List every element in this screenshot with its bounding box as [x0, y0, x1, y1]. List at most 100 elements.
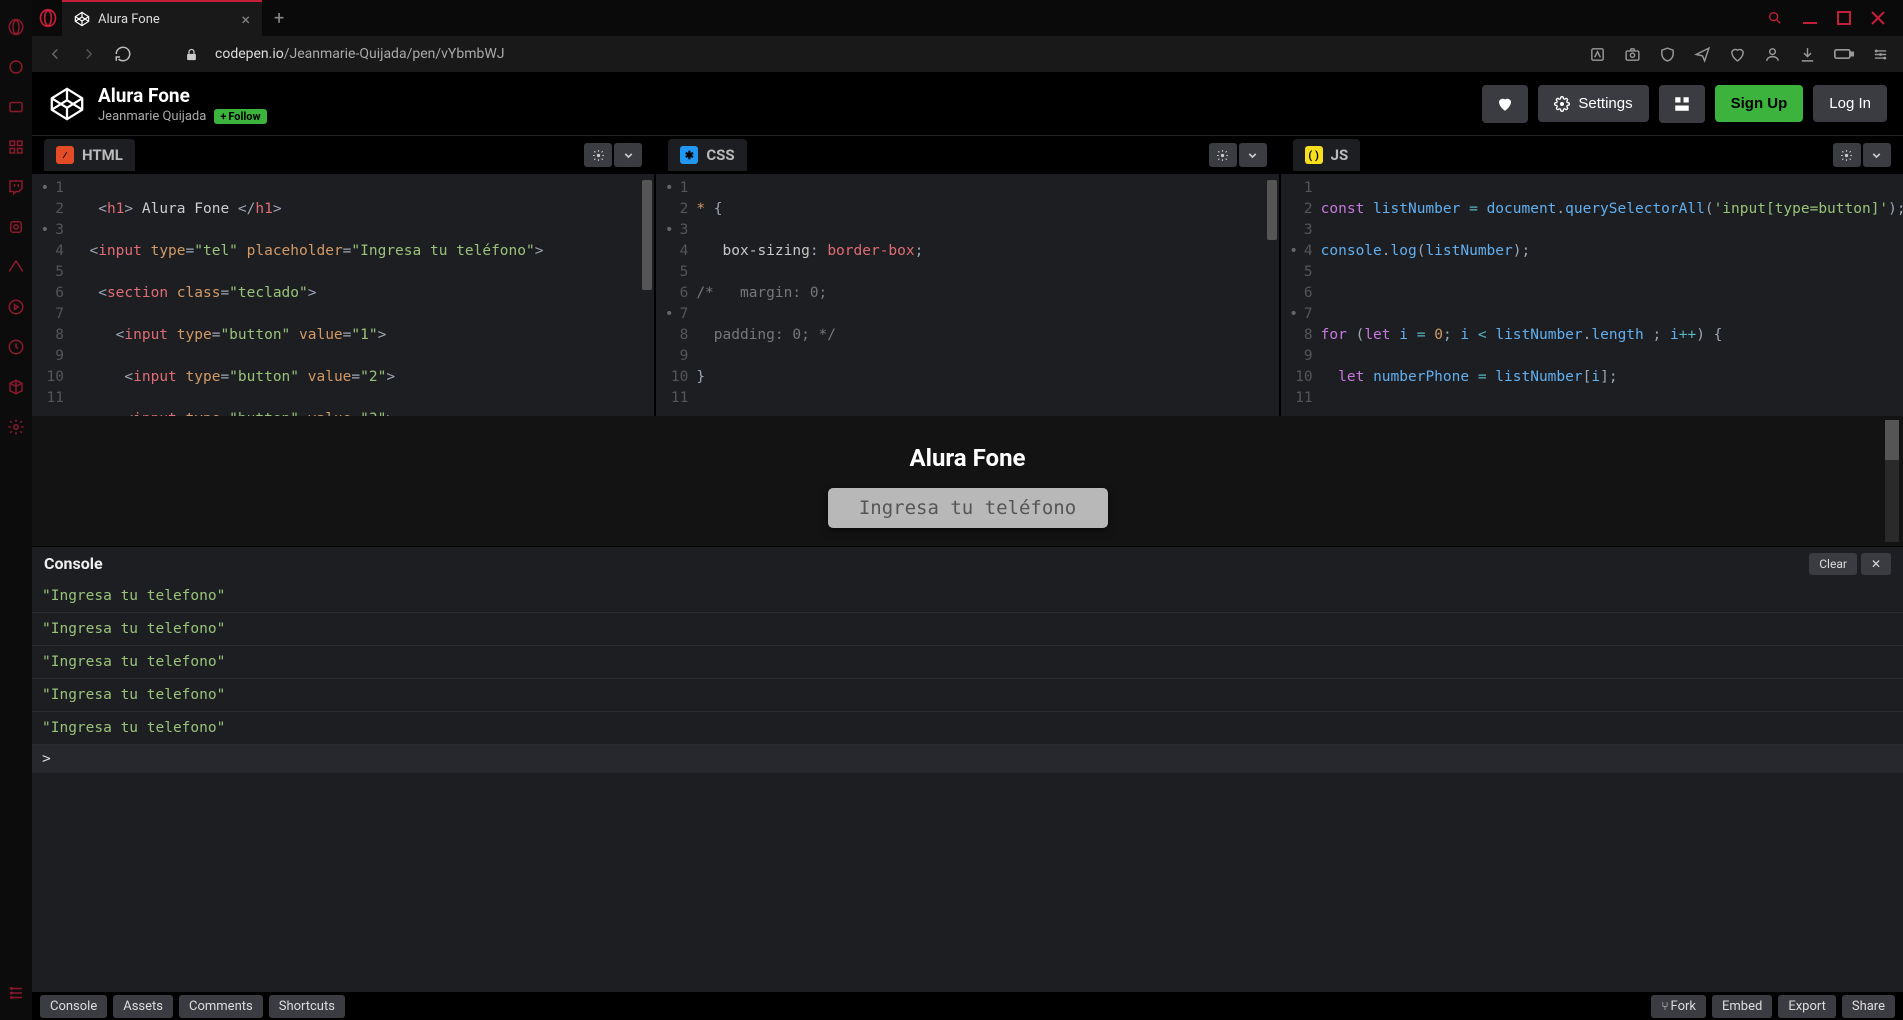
html-settings-icon[interactable] [584, 143, 612, 167]
sidebar-icon-6[interactable] [7, 258, 25, 276]
tab-close-icon[interactable]: × [241, 10, 250, 29]
codepen-logo-icon[interactable] [48, 85, 86, 123]
html-chevron-down-icon[interactable] [614, 143, 642, 167]
js-code-area[interactable]: 1 2 3 •4 5 6 •7 8 9 10 11 const listNumb… [1281, 174, 1903, 416]
html-scrollbar[interactable] [642, 180, 652, 290]
follow-button[interactable]: + Follow [214, 109, 266, 124]
html-code-area[interactable]: •1 2 •3 4 5 6 7 8 9 10 11 <h1> Alura Fon… [32, 174, 654, 416]
sidebar-bottom-icon[interactable] [7, 984, 25, 1002]
js-settings-icon[interactable] [1833, 143, 1861, 167]
css-code-lines: * { box-sizing: border-box; /* margin: 0… [696, 174, 1278, 416]
opera-logo-icon[interactable] [7, 18, 25, 36]
tab-title: Alura Fone [98, 12, 160, 27]
addr-menu-icon[interactable] [1872, 46, 1889, 63]
sidebar-icon-2[interactable] [7, 98, 25, 116]
footer-export-button[interactable]: Export [1778, 995, 1836, 1018]
console-prompt[interactable]: > [32, 745, 1903, 773]
nav-reload-icon[interactable] [114, 45, 132, 63]
addr-snapshot-icon[interactable] [1624, 46, 1641, 63]
signup-button[interactable]: Sign Up [1715, 85, 1804, 122]
sidebar-cube-icon[interactable] [7, 378, 25, 396]
addr-shield-icon[interactable] [1659, 46, 1676, 63]
sidebar-icon-5[interactable] [7, 218, 25, 236]
css-chevron-down-icon[interactable] [1239, 143, 1267, 167]
footer-assets-button[interactable]: Assets [113, 995, 173, 1018]
sidebar-icon-1[interactable] [7, 58, 25, 76]
nav-forward-icon[interactable] [80, 45, 98, 63]
pen-author[interactable]: Jeanmarie Quijada [98, 109, 206, 124]
html-gutter: •1 2 •3 4 5 6 7 8 9 10 11 [32, 174, 72, 416]
codepen-favicon-icon [74, 11, 90, 27]
html-code-lines: <h1> Alura Fone </h1> <input type="tel" … [72, 174, 654, 416]
js-gutter: 1 2 3 •4 5 6 •7 8 9 10 11 [1281, 174, 1321, 416]
css-editor-tab: ✱ CSS [656, 136, 1278, 174]
view-button[interactable] [1659, 85, 1705, 123]
console-clear-button[interactable]: Clear [1809, 553, 1857, 575]
footer-fork-button[interactable]: ⑂Fork [1651, 995, 1706, 1018]
console-header: Console Clear ✕ [32, 546, 1903, 580]
console-line: "Ingresa tu telefono" [32, 580, 1903, 613]
codepen-header-actions: Settings Sign Up Log In [1482, 85, 1887, 123]
preview-scrollbar[interactable] [1885, 420, 1899, 542]
footer-bar: Console Assets Comments Shortcuts ⑂Fork … [32, 992, 1903, 1020]
pen-title: Alura Fone [98, 84, 267, 107]
settings-button[interactable]: Settings [1538, 85, 1648, 122]
preview-phone-input[interactable]: Ingresa tu teléfono [828, 488, 1108, 528]
browser-tab-strip: Alura Fone × + [32, 0, 1903, 36]
preview-heading: Alura Fone [909, 444, 1025, 472]
addr-heart-icon[interactable] [1729, 46, 1746, 63]
browser-search-icon[interactable] [1767, 10, 1783, 26]
css-gutter: •1 2 •3 4 5 6 •7 8 9 10 11 [656, 174, 696, 416]
preview-pane: Alura Fone Ingresa tu teléfono [32, 416, 1903, 546]
login-button[interactable]: Log In [1813, 85, 1887, 122]
console-body[interactable]: "Ingresa tu telefono" "Ingresa tu telefo… [32, 580, 1903, 992]
html-editor-tab: ⁄ HTML [32, 136, 654, 174]
sidebar-twitch-icon[interactable] [7, 178, 25, 196]
addr-download-icon[interactable] [1799, 46, 1816, 63]
html-editor-name: HTML [82, 146, 123, 164]
js-chevron-down-icon[interactable] [1863, 143, 1891, 167]
console-title: Console [44, 554, 103, 573]
footer-comments-button[interactable]: Comments [179, 995, 263, 1018]
footer-embed-button[interactable]: Embed [1712, 995, 1772, 1018]
footer-share-button[interactable]: Share [1842, 995, 1895, 1018]
sidebar-clock-icon[interactable] [7, 338, 25, 356]
addr-send-icon[interactable] [1694, 46, 1711, 63]
sidebar-gear-icon[interactable] [7, 418, 25, 436]
codepen-header: Alura Fone Jeanmarie Quijada + Follow Se… [32, 72, 1903, 136]
lock-icon[interactable] [184, 47, 199, 62]
footer-console-button[interactable]: Console [40, 995, 107, 1018]
window-minimize-icon[interactable] [1803, 11, 1817, 25]
console-line: "Ingresa tu telefono" [32, 712, 1903, 745]
css-editor-pane: ✱ CSS •1 2 •3 4 5 6 •7 8 9 10 11 [656, 136, 1280, 416]
new-tab-button[interactable]: + [262, 8, 296, 29]
html-editor-pane: ⁄ HTML •1 2 •3 4 5 6 7 8 9 10 11 [32, 136, 656, 416]
addr-battery-icon[interactable] [1834, 47, 1854, 61]
css-code-area[interactable]: •1 2 •3 4 5 6 •7 8 9 10 11 * { box-sizin… [656, 174, 1278, 416]
sidebar-icon-7[interactable] [7, 298, 25, 316]
window-close-icon[interactable] [1871, 11, 1885, 25]
window-maximize-icon[interactable] [1837, 11, 1851, 25]
console-close-icon[interactable]: ✕ [1861, 553, 1891, 575]
js-badge-icon: ( ) [1305, 146, 1323, 164]
sidebar-icon-3[interactable] [7, 138, 25, 156]
love-button[interactable] [1482, 85, 1528, 123]
js-editor-name: JS [1331, 146, 1349, 164]
addr-icon-1[interactable] [1589, 46, 1606, 63]
css-settings-icon[interactable] [1209, 143, 1237, 167]
js-editor-pane: ( ) JS 1 2 3 •4 5 6 •7 8 9 10 11 c [1281, 136, 1903, 416]
window-controls [1767, 10, 1903, 26]
browser-tab[interactable]: Alura Fone × [62, 0, 262, 36]
pen-title-block: Alura Fone Jeanmarie Quijada + Follow [98, 84, 267, 124]
html-badge-icon: ⁄ [56, 146, 74, 164]
fork-icon: ⑂ [1661, 999, 1668, 1013]
url-text[interactable]: codepen.io/Jeanmarie-Quijada/pen/vYbmbWJ [215, 46, 504, 62]
addr-user-icon[interactable] [1764, 46, 1781, 63]
console-line: "Ingresa tu telefono" [32, 679, 1903, 712]
nav-back-icon[interactable] [46, 45, 64, 63]
css-editor-name: CSS [706, 146, 734, 164]
css-scrollbar[interactable] [1267, 180, 1277, 240]
address-bar-actions [1589, 46, 1889, 63]
opera-menu-icon[interactable] [38, 8, 58, 28]
footer-shortcuts-button[interactable]: Shortcuts [269, 995, 345, 1018]
